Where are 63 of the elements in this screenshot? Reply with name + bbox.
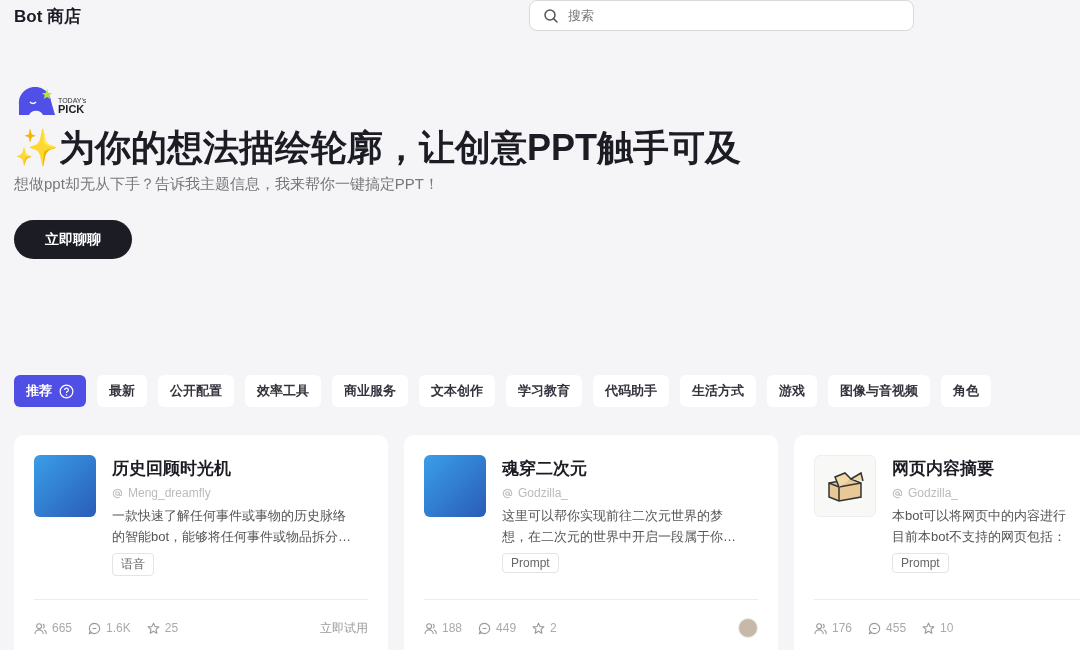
star-count: 25 (164, 621, 179, 635)
bot-description: 的智能bot，能够将任何事件或物品拆分… (112, 528, 352, 546)
bot-description: 本bot可以将网页中的内容进行 (892, 507, 1067, 525)
user-count: 665 (52, 621, 73, 635)
search-field[interactable]: 搜索 (529, 0, 914, 31)
bot-card[interactable]: 魂穿二次元 Godzilla_ 这里可以帮你实现前往二次元世界的梦 想，在二次元的世界中开启一段属于你… Prompt 188 449 2 (404, 435, 778, 650)
category-tab[interactable]: 代码助手 (593, 375, 669, 407)
author-name: Meng_dreamfly (128, 486, 211, 500)
category-tab[interactable]: 角色 (941, 375, 991, 407)
bot-description: 一款快速了解任何事件或事物的历史脉络 (112, 507, 347, 525)
users-icon (424, 621, 437, 635)
bot-name: 网页内容摘要 (892, 458, 994, 480)
category-tab[interactable]: 图像与音视频 (828, 375, 930, 407)
category-tab[interactable]: 游戏 (767, 375, 817, 407)
user-count: 176 (832, 621, 853, 635)
hero-subtitle: 想做ppt却无从下手？告诉我主题信息，我来帮你一键搞定PPT！ (14, 175, 441, 194)
star-icon (922, 621, 936, 635)
user-count: 188 (442, 621, 463, 635)
chat-count: 449 (496, 621, 517, 635)
star-icon (146, 621, 160, 635)
category-tab[interactable]: 公开配置 (158, 375, 234, 407)
creator-avatar[interactable] (738, 618, 758, 638)
bot-description: 想，在二次元的世界中开启一段属于你… (502, 528, 736, 546)
chat-count: 455 (886, 621, 907, 635)
at-icon (502, 487, 513, 499)
users-icon (814, 621, 827, 635)
bot-description: 这里可以帮你实现前往二次元世界的梦 (502, 507, 724, 525)
category-tab[interactable]: 生活方式 (680, 375, 756, 407)
mascot-icon (17, 87, 57, 115)
photo-placeholder (34, 455, 96, 517)
sparkles-emoji: ✨ (14, 127, 59, 168)
category-tab[interactable]: 效率工具 (245, 375, 321, 407)
at-icon (112, 487, 123, 499)
chat-icon (868, 621, 882, 635)
bot-name: 魂穿二次元 (502, 458, 587, 480)
chat-count: 1.6K (106, 621, 131, 635)
category-tab[interactable]: 学习教育 (506, 375, 582, 407)
page-title: Bot 商店 (14, 5, 83, 28)
star-count: 10 (940, 621, 954, 635)
at-icon (892, 487, 903, 499)
chat-now-button[interactable]: 立即聊聊 (14, 220, 132, 259)
hero-headline: 为你的想法描绘轮廓，让创意PPT触手可及 (59, 127, 741, 168)
category-tab[interactable]: 最新 (97, 375, 147, 407)
star-icon (532, 621, 546, 635)
chat-icon (478, 621, 492, 635)
category-tab[interactable]: 推荐 (14, 375, 86, 407)
category-tab[interactable]: 文本创作 (419, 375, 495, 407)
bot-card[interactable]: 历史回顾时光机 Meng_dreamfly 一款快速了解任何事件或事物的历史脉络 的智能bot，能够将任何事件或物品拆分… 语音 665 1.6K 25 立即试用 (14, 435, 388, 650)
users-icon (34, 621, 47, 635)
box-icon (825, 469, 865, 503)
bot-tag: Prompt (892, 553, 949, 573)
bot-tag: Prompt (502, 553, 559, 573)
star-count: 2 (550, 621, 557, 635)
author-name: Godzilla_ (908, 486, 959, 500)
bot-description: 目前本bot不支持的网页包括： (892, 528, 1067, 546)
category-tab[interactable]: 商业服务 (332, 375, 408, 407)
badge-title: PICK (58, 104, 86, 115)
bot-tag: 语音 (112, 553, 154, 576)
bot-name: 历史回顾时光机 (112, 458, 231, 480)
chat-icon (88, 621, 102, 635)
author-name: Godzilla_ (518, 486, 569, 500)
bot-card[interactable]: 网页内容摘要 Godzilla_ 本bot可以将网页中的内容进行 目前本bot不支持的网页包括： Prompt 176 455 10 (794, 435, 1080, 650)
photo-placeholder (424, 455, 486, 517)
